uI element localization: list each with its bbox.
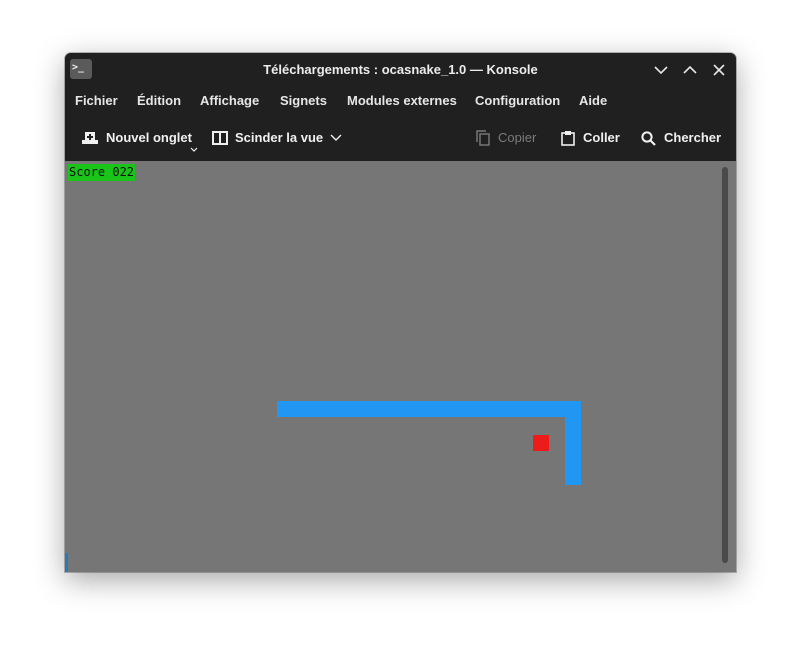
terminal-scrollbar[interactable]: [722, 167, 728, 563]
resize-corner-mark: [65, 553, 68, 572]
close-button[interactable]: [709, 60, 729, 80]
menu-edition[interactable]: Édition: [137, 86, 181, 116]
find-button[interactable]: Chercher: [641, 116, 723, 160]
search-icon: [641, 131, 656, 146]
split-view-label: Scinder la vue: [235, 130, 324, 145]
chevron-down-icon: [654, 66, 668, 75]
chevron-down-icon: [330, 134, 342, 141]
window-title: Téléchargements : ocasnake_1.0 — Konsole: [263, 62, 538, 77]
toolbar: Nouvel onglet Scinder la vue Copier Coll…: [65, 116, 736, 160]
clipboard-icon: [561, 131, 575, 146]
snake-segment-vertical: [565, 401, 581, 485]
menu-affichage[interactable]: Affichage: [200, 86, 259, 116]
menu-signets[interactable]: Signets: [280, 86, 327, 116]
split-view-icon: [212, 131, 228, 145]
score-display: Score 022: [68, 164, 136, 181]
split-view-button[interactable]: Scinder la vue: [212, 116, 344, 160]
menu-aide[interactable]: Aide: [579, 86, 607, 116]
terminal-game-area[interactable]: Score 022: [65, 161, 736, 572]
copy-label: Copier: [498, 130, 537, 145]
new-tab-label: Nouvel onglet: [106, 130, 192, 145]
title-bar[interactable]: >_ Téléchargements : ocasnake_1.0 — Kons…: [65, 53, 736, 86]
maximize-button[interactable]: [680, 60, 700, 80]
paste-button[interactable]: Coller: [561, 116, 621, 160]
menu-fichier[interactable]: Fichier: [75, 86, 118, 116]
copy-icon: [476, 130, 490, 146]
new-tab-icon: [82, 132, 98, 144]
dropdown-arrow-icon: [190, 147, 198, 152]
new-tab-button[interactable]: Nouvel onglet: [82, 116, 198, 160]
copy-button[interactable]: Copier: [476, 116, 542, 160]
konsole-window: >_ Téléchargements : ocasnake_1.0 — Kons…: [65, 53, 736, 572]
paste-label: Coller: [583, 130, 620, 145]
find-label: Chercher: [664, 130, 722, 145]
menu-modules-externes[interactable]: Modules externes: [347, 86, 457, 116]
close-icon: [713, 64, 725, 76]
menu-bar: Fichier Édition Affichage Signets Module…: [65, 86, 736, 116]
snake-segment-horizontal: [277, 401, 581, 417]
minimize-button[interactable]: [651, 60, 671, 80]
menu-configuration[interactable]: Configuration: [475, 86, 560, 116]
chevron-up-icon: [683, 65, 697, 74]
food-pellet: [533, 435, 549, 451]
